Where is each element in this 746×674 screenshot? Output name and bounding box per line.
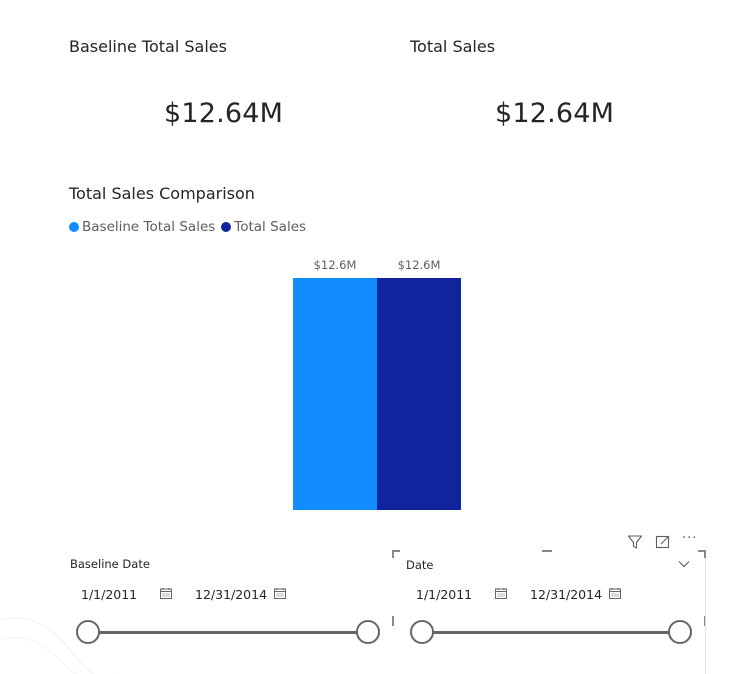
end-date-value: 12/31/2014	[195, 586, 268, 602]
selection-corner	[698, 550, 706, 558]
card-title-baseline-total-sales: Baseline Total Sales	[69, 37, 227, 56]
card-value-total-sales: $12.64M	[495, 98, 615, 129]
calendar-icon[interactable]	[274, 588, 286, 599]
range-start-handle[interactable]	[76, 620, 100, 644]
card-title-total-sales: Total Sales	[410, 37, 496, 56]
end-date-input[interactable]: 12/31/2014	[186, 581, 298, 607]
bar-chart: $12.6M $12.6M	[293, 255, 461, 510]
range-track[interactable]	[422, 631, 682, 634]
slicer-date[interactable]: Date 1/1/2011 12/31/2014	[392, 550, 706, 674]
end-date-input[interactable]: 12/31/2014	[521, 581, 633, 607]
end-date-value: 12/31/2014	[530, 586, 603, 602]
chevron-down-icon[interactable]	[678, 560, 690, 568]
selection-corner	[392, 550, 400, 558]
start-date-value: 1/1/2011	[81, 586, 138, 602]
slicer-title: Date	[406, 558, 434, 572]
selection-handle-top[interactable]	[542, 550, 552, 552]
selection-border-right	[705, 558, 706, 674]
more-options-icon[interactable]: ···	[682, 531, 697, 546]
calendar-icon[interactable]	[609, 588, 621, 599]
chart-legend: Baseline Total Sales Total Sales	[69, 219, 312, 235]
filter-icon[interactable]	[627, 534, 643, 550]
range-end-handle[interactable]	[668, 620, 692, 644]
focus-mode-icon[interactable]	[655, 534, 671, 550]
bar-baseline-total-sales[interactable]	[293, 278, 377, 510]
range-start-handle[interactable]	[410, 620, 434, 644]
legend-dot-total-sales	[221, 222, 232, 232]
calendar-icon[interactable]	[495, 588, 507, 599]
legend-label-total-sales[interactable]: Total Sales	[234, 219, 306, 235]
start-date-input[interactable]: 1/1/2011	[407, 581, 515, 607]
bar-total-sales[interactable]	[377, 278, 461, 510]
range-track[interactable]	[88, 631, 368, 634]
start-date-input[interactable]: 1/1/2011	[72, 581, 180, 607]
calendar-icon[interactable]	[160, 588, 172, 599]
card-value-baseline-total-sales: $12.64M	[164, 98, 284, 129]
range-end-handle[interactable]	[356, 620, 380, 644]
legend-dot-baseline	[69, 222, 79, 232]
data-label-baseline: $12.6M	[313, 258, 357, 272]
legend-label-baseline[interactable]: Baseline Total Sales	[82, 219, 215, 235]
selection-handle-left[interactable]	[392, 616, 394, 626]
slicer-baseline-date: Baseline Date 1/1/2011 12/31/2014	[70, 557, 390, 657]
slicer-title: Baseline Date	[70, 557, 150, 571]
data-label-total-sales: $12.6M	[397, 258, 441, 272]
chart-title: Total Sales Comparison	[69, 184, 255, 203]
start-date-value: 1/1/2011	[416, 586, 473, 602]
